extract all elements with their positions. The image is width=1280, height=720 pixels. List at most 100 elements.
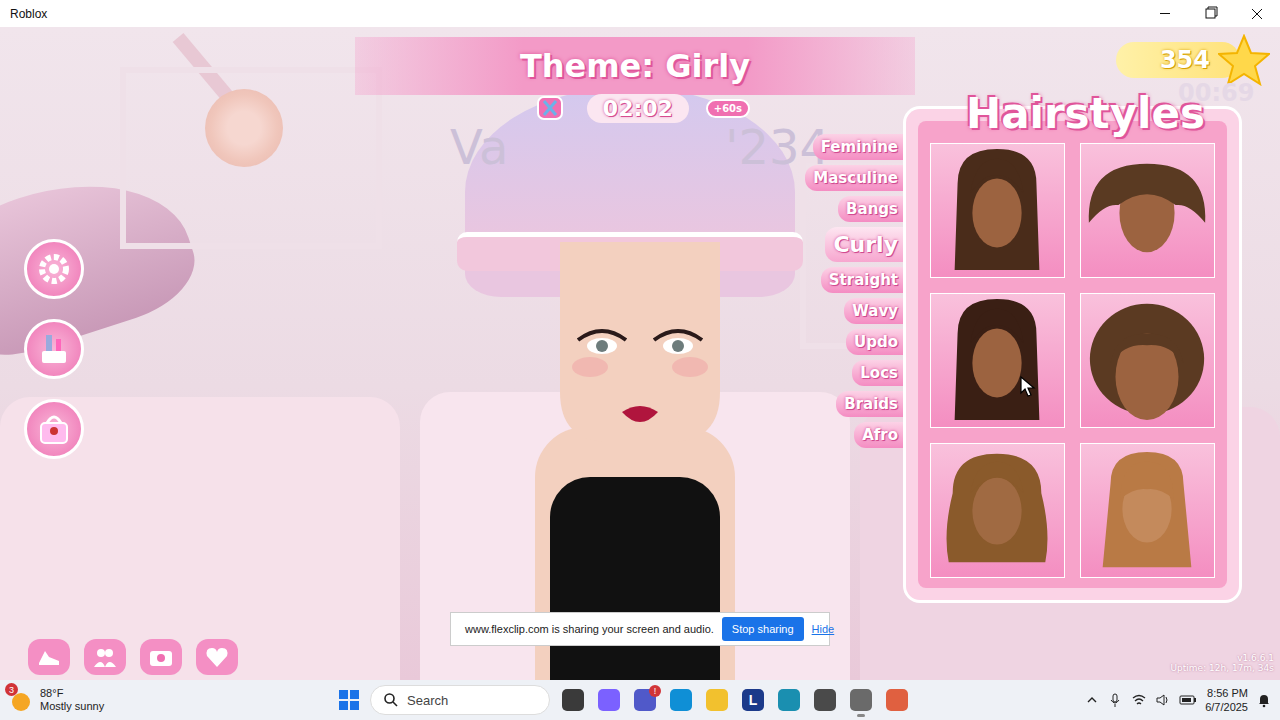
lamp-disc (205, 89, 283, 167)
category-tab[interactable]: Wavy (844, 298, 906, 324)
uptime-label: Uptime: 12h, 17m, 34s (1171, 663, 1275, 673)
taskbar: 388°FMostly sunny Search! L 8:56 PM6/7/2025 (0, 680, 1280, 720)
stop-sharing-button[interactable]: Stop sharing (722, 617, 804, 641)
settings-button[interactable] (24, 239, 84, 299)
category-tab[interactable]: Afro (854, 422, 906, 448)
likes-button[interactable] (196, 639, 238, 675)
people-icon (91, 643, 119, 671)
heel-icon (35, 643, 63, 671)
game-view: Va'234Theme: Girly02:02+60s35400:69Femin… (0, 27, 1280, 680)
clock-date: 6/7/2025 (1205, 700, 1248, 714)
clock[interactable]: 8:56 PM6/7/2025 (1205, 686, 1248, 715)
taskbar-app[interactable] (596, 683, 622, 717)
hairstyle-icon (1081, 444, 1214, 577)
battery-icon[interactable] (1179, 692, 1197, 708)
weather-widget[interactable]: 388°FMostly sunny (8, 687, 208, 713)
shoes-button[interactable] (28, 639, 70, 675)
hairstyle-item[interactable] (1080, 443, 1215, 578)
dress-hint-icon[interactable] (530, 93, 570, 123)
wifi-icon[interactable] (1131, 692, 1147, 708)
camera-button[interactable] (140, 639, 182, 675)
makeup-button[interactable] (24, 319, 84, 379)
cursor-icon (1019, 376, 1037, 398)
screen-share-bar: www.flexclip.com is sharing your screen … (450, 612, 830, 646)
taskbar-app[interactable] (668, 683, 694, 717)
taskbar-app[interactable] (812, 683, 838, 717)
star-icon (1218, 34, 1270, 86)
time-bonus-badge[interactable]: +60s (706, 99, 750, 118)
app-icon: L (742, 689, 764, 711)
category-tab[interactable]: Masculine (805, 165, 906, 191)
theme-banner: Theme: Girly (355, 37, 915, 95)
search-placeholder: Search (407, 693, 448, 708)
hide-link[interactable]: Hide (812, 623, 835, 635)
hairstyle-icon (931, 144, 1064, 277)
taskbar-app[interactable] (704, 683, 730, 717)
timer-row: 02:02 +60s (530, 93, 750, 123)
category-tab[interactable]: Bangs (838, 196, 906, 222)
makeup-icon (34, 329, 74, 369)
taskbar-app[interactable] (776, 683, 802, 717)
taskbar-search[interactable]: Search (370, 685, 550, 715)
heart-icon (203, 643, 231, 671)
roblox-window: RobloxVa'234Theme: Girly02:02+60s35400:6… (0, 0, 1280, 720)
black-top (550, 477, 720, 680)
bag-button[interactable] (24, 399, 84, 459)
system-tray: 8:56 PM6/7/2025 (1085, 686, 1272, 715)
version-label: v1.6.6.1 (1237, 653, 1274, 663)
hairstyle-card (906, 109, 1239, 600)
maximize-icon[interactable] (1188, 0, 1234, 27)
hairstyle-item[interactable] (930, 293, 1065, 428)
windows-start-icon[interactable] (338, 689, 360, 711)
hairstyle-icon (931, 444, 1064, 577)
hairstyle-item[interactable] (1080, 293, 1215, 428)
taskbar-app[interactable]: ! (632, 683, 658, 717)
chevron-up-icon[interactable] (1085, 693, 1099, 707)
category-tab[interactable]: Straight (821, 267, 906, 293)
friends-button[interactable] (84, 639, 126, 675)
wall-frame (120, 67, 382, 249)
category-tab[interactable]: Locs (852, 360, 906, 386)
hairstyle-grid (918, 121, 1227, 588)
close-icon[interactable] (1234, 0, 1280, 27)
speaker-icon[interactable] (1155, 692, 1171, 708)
minimize-icon[interactable] (1142, 0, 1188, 27)
app-icon (706, 689, 728, 711)
round-timer: 02:02 (587, 94, 689, 123)
app-icon (886, 689, 908, 711)
app-icon (598, 689, 620, 711)
app-icon (814, 689, 836, 711)
taskbar-app[interactable] (884, 683, 910, 717)
category-tab[interactable]: Updo (846, 329, 906, 355)
bag-icon (34, 409, 74, 449)
taskbar-app[interactable]: L (740, 683, 766, 717)
microphone-icon[interactable] (1107, 692, 1123, 708)
coin-counter: 354 (1113, 39, 1270, 81)
taskbar-app[interactable] (848, 683, 874, 717)
title-bar: Roblox (0, 0, 1280, 27)
panel-title: Hairstyles (966, 89, 1205, 138)
coin-amount: 354 (1116, 42, 1240, 78)
app-icon (850, 689, 872, 711)
app-badge: ! (649, 685, 661, 697)
weather-badge: 3 (5, 683, 18, 696)
gears-icon (34, 249, 74, 289)
running-indicator (857, 714, 865, 717)
hairstyle-icon (1081, 294, 1214, 427)
notification-bell-icon[interactable] (1256, 692, 1272, 708)
category-tab[interactable]: Curly (825, 227, 906, 262)
category-tab[interactable]: Feminine (813, 134, 906, 160)
search-icon (383, 692, 399, 708)
theme-label: Theme: Girly (520, 47, 750, 85)
hairstyle-item[interactable] (930, 443, 1065, 578)
side-menu (24, 239, 84, 459)
hairstyles-panel: FeminineMasculineBangsCurlyStraightWavyU… (826, 89, 1239, 600)
taskbar-center: Search! L (338, 683, 910, 717)
hairstyle-item[interactable] (1080, 143, 1215, 278)
window-title: Roblox (0, 7, 47, 21)
taskbar-app[interactable] (560, 683, 586, 717)
app-icon (778, 689, 800, 711)
hairstyle-item[interactable] (930, 143, 1065, 278)
category-tab[interactable]: Braids (836, 391, 906, 417)
camera-icon (147, 643, 175, 671)
